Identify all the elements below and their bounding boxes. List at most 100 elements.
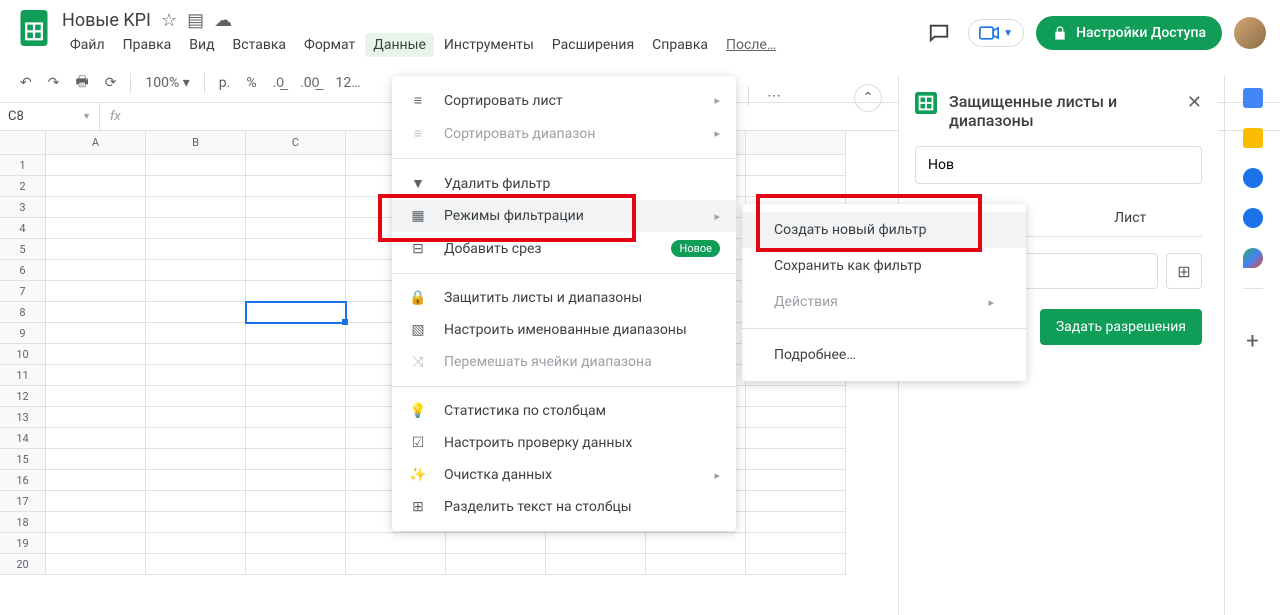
cell[interactable] — [746, 491, 846, 512]
row-header[interactable]: 14 — [0, 428, 46, 449]
cell[interactable] — [246, 470, 346, 491]
cell[interactable] — [46, 302, 146, 323]
cell[interactable] — [146, 449, 246, 470]
menu-file[interactable]: Файл — [62, 33, 113, 57]
cell[interactable] — [146, 470, 246, 491]
learn-more-item[interactable]: Подробнее… — [742, 337, 1026, 373]
cell[interactable] — [46, 260, 146, 281]
menu-tools[interactable]: Инструменты — [436, 33, 542, 57]
row-header[interactable]: 3 — [0, 197, 46, 218]
cell[interactable] — [146, 428, 246, 449]
row-header[interactable]: 5 — [0, 239, 46, 260]
cell[interactable] — [246, 155, 346, 176]
row-header[interactable]: 11 — [0, 365, 46, 386]
share-button[interactable]: Настройки Доступа — [1036, 16, 1222, 50]
cell[interactable] — [646, 533, 746, 554]
cell[interactable] — [246, 407, 346, 428]
cell[interactable] — [246, 239, 346, 260]
description-input[interactable]: Нов — [915, 146, 1202, 184]
cell[interactable] — [246, 281, 346, 302]
maps-icon[interactable] — [1243, 248, 1263, 268]
add-addon-icon[interactable]: + — [1246, 329, 1258, 354]
cell[interactable] — [446, 554, 546, 575]
keep-icon[interactable] — [1243, 128, 1263, 148]
split-text-item[interactable]: ⊞Разделить текст на столбцы — [392, 491, 736, 523]
cell[interactable] — [246, 176, 346, 197]
cell[interactable] — [646, 554, 746, 575]
cell[interactable] — [746, 176, 846, 197]
comments-icon[interactable] — [922, 16, 956, 50]
row-header[interactable]: 10 — [0, 344, 46, 365]
cloud-icon[interactable]: ☁ — [214, 10, 232, 31]
sort-sheet-item[interactable]: ≡Сортировать лист▸ — [392, 84, 736, 117]
cell[interactable] — [46, 491, 146, 512]
cell[interactable] — [146, 218, 246, 239]
cell[interactable] — [746, 428, 846, 449]
document-title[interactable]: Новые KPI — [62, 10, 151, 31]
data-cleanup-item[interactable]: ✨Очистка данных▸ — [392, 459, 736, 491]
cell[interactable] — [46, 407, 146, 428]
format-123-button[interactable]: 12… — [329, 71, 366, 95]
cell[interactable] — [146, 344, 246, 365]
cell[interactable] — [46, 512, 146, 533]
cell[interactable] — [746, 155, 846, 176]
menu-data[interactable]: Данные — [365, 33, 434, 57]
named-ranges-item[interactable]: ▧Настроить именованные диапазоны — [392, 314, 736, 346]
row-header[interactable]: 2 — [0, 176, 46, 197]
redo-icon[interactable]: ↷ — [42, 71, 66, 95]
increase-decimal-button[interactable]: .00̲ — [294, 70, 325, 95]
protect-item[interactable]: 🔒Защитить листы и диапазоны — [392, 282, 736, 314]
sheets-logo[interactable] — [14, 8, 54, 48]
currency-button[interactable]: р. — [213, 71, 237, 95]
cell[interactable] — [146, 407, 246, 428]
cell[interactable] — [46, 176, 146, 197]
column-header[interactable]: B — [146, 131, 246, 155]
cell[interactable] — [746, 470, 846, 491]
cell[interactable] — [246, 260, 346, 281]
column-header[interactable]: A — [46, 131, 146, 155]
menu-edit[interactable]: Правка — [115, 33, 180, 57]
cell[interactable] — [246, 533, 346, 554]
column-header[interactable] — [746, 131, 846, 155]
cell[interactable] — [346, 554, 446, 575]
cell[interactable] — [146, 176, 246, 197]
cell[interactable] — [246, 344, 346, 365]
move-icon[interactable]: ▤ — [187, 10, 204, 31]
menu-format[interactable]: Формат — [296, 33, 363, 57]
cell[interactable] — [146, 554, 246, 575]
cell[interactable] — [246, 449, 346, 470]
cell[interactable] — [246, 218, 346, 239]
cell[interactable] — [46, 281, 146, 302]
decrease-decimal-button[interactable]: .0̲ — [267, 70, 290, 95]
avatar[interactable] — [1234, 17, 1266, 49]
cell[interactable] — [146, 302, 246, 323]
create-filter-item[interactable]: Создать новый фильтр — [742, 212, 1026, 248]
menu-extensions[interactable]: Расширения — [544, 33, 642, 57]
cell[interactable] — [46, 449, 146, 470]
cell[interactable] — [146, 323, 246, 344]
star-icon[interactable]: ☆ — [161, 10, 177, 31]
row-header[interactable]: 17 — [0, 491, 46, 512]
cell[interactable] — [746, 407, 846, 428]
cell[interactable] — [146, 365, 246, 386]
cell[interactable] — [746, 554, 846, 575]
overflow-menu-icon[interactable]: ⋯ — [761, 84, 787, 108]
cell[interactable] — [446, 533, 546, 554]
row-header[interactable]: 13 — [0, 407, 46, 428]
cell[interactable] — [46, 323, 146, 344]
cell[interactable] — [146, 197, 246, 218]
cell[interactable] — [246, 197, 346, 218]
tab-sheet[interactable]: Лист — [1059, 200, 1203, 236]
close-icon[interactable]: ✕ — [1187, 92, 1202, 113]
cell[interactable] — [246, 302, 346, 323]
cell[interactable] — [146, 281, 246, 302]
cell[interactable] — [146, 386, 246, 407]
row-header[interactable]: 19 — [0, 533, 46, 554]
row-header[interactable]: 9 — [0, 323, 46, 344]
cell[interactable] — [46, 344, 146, 365]
row-header[interactable]: 18 — [0, 512, 46, 533]
menu-history[interactable]: После… — [718, 33, 784, 57]
cell[interactable] — [46, 554, 146, 575]
cell[interactable] — [146, 155, 246, 176]
cell[interactable] — [746, 533, 846, 554]
